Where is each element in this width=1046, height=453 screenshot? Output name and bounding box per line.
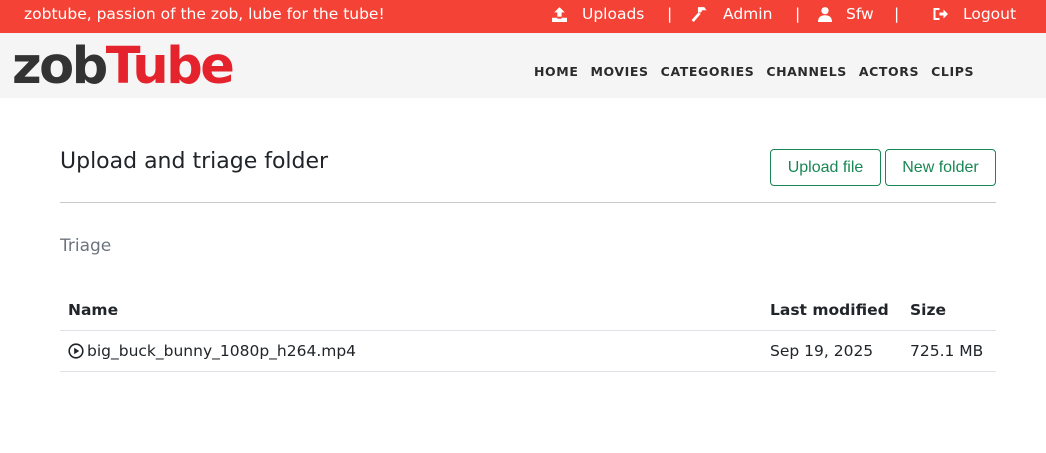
file-last-modified: Sep 19, 2025	[770, 342, 874, 360]
admin-label: Admin	[723, 5, 773, 23]
separator: |	[795, 5, 801, 23]
nav-movies[interactable]: MOVIES	[590, 64, 648, 79]
uploads-label: Uploads	[582, 5, 645, 23]
file-size: 725.1 MB	[910, 342, 984, 360]
main-nav: HOME MOVIES CATEGORIES CHANNELS ACTORS C…	[534, 64, 986, 79]
separator: |	[667, 5, 673, 23]
separator: |	[894, 5, 900, 23]
table-header: Name Last modified Size	[60, 290, 996, 331]
table-row: big_buck_bunny_1080p_h264.mp4 Sep 19, 20…	[60, 331, 996, 372]
sfw-link[interactable]: Sfw	[818, 5, 874, 23]
nav-actors[interactable]: ACTORS	[859, 64, 919, 79]
user-icon	[818, 6, 832, 23]
uploads-link[interactable]: Uploads	[551, 5, 644, 23]
new-folder-button[interactable]: New folder	[885, 149, 996, 186]
admin-link[interactable]: Admin	[690, 5, 772, 23]
upload-icon	[551, 6, 568, 23]
divider	[60, 202, 996, 203]
column-header-name[interactable]: Name	[68, 301, 118, 319]
sfw-label: Sfw	[846, 5, 874, 23]
logo-part-tube: Tube	[105, 37, 235, 96]
nav-home[interactable]: HOME	[534, 64, 578, 79]
hammer-icon	[690, 6, 708, 23]
logo[interactable]: zobTube	[12, 37, 235, 96]
page-title: Upload and triage folder	[60, 149, 329, 174]
top-bar: zobtube, passion of the zob, lube for th…	[0, 0, 1046, 33]
nav-categories[interactable]: CATEGORIES	[661, 64, 755, 79]
nav-channels[interactable]: CHANNELS	[766, 64, 847, 79]
file-link[interactable]: big_buck_bunny_1080p_h264.mp4	[68, 342, 356, 360]
column-header-size[interactable]: Size	[910, 301, 946, 319]
tagline: zobtube, passion of the zob, lube for th…	[24, 5, 385, 23]
sign-out-icon	[932, 6, 949, 22]
logout-link[interactable]: Logout	[932, 5, 1016, 23]
file-name: big_buck_bunny_1080p_h264.mp4	[87, 342, 357, 360]
current-folder-label: Triage	[60, 236, 112, 256]
logo-part-zob: zob	[12, 37, 108, 96]
logout-label: Logout	[963, 5, 1017, 23]
nav-bar: zobTube HOME MOVIES CATEGORIES CHANNELS …	[0, 33, 1046, 98]
upload-file-button[interactable]: Upload file	[770, 149, 881, 186]
column-header-last-modified[interactable]: Last modified	[770, 301, 889, 319]
nav-clips[interactable]: CLIPS	[931, 64, 974, 79]
play-circle-icon	[68, 343, 87, 359]
